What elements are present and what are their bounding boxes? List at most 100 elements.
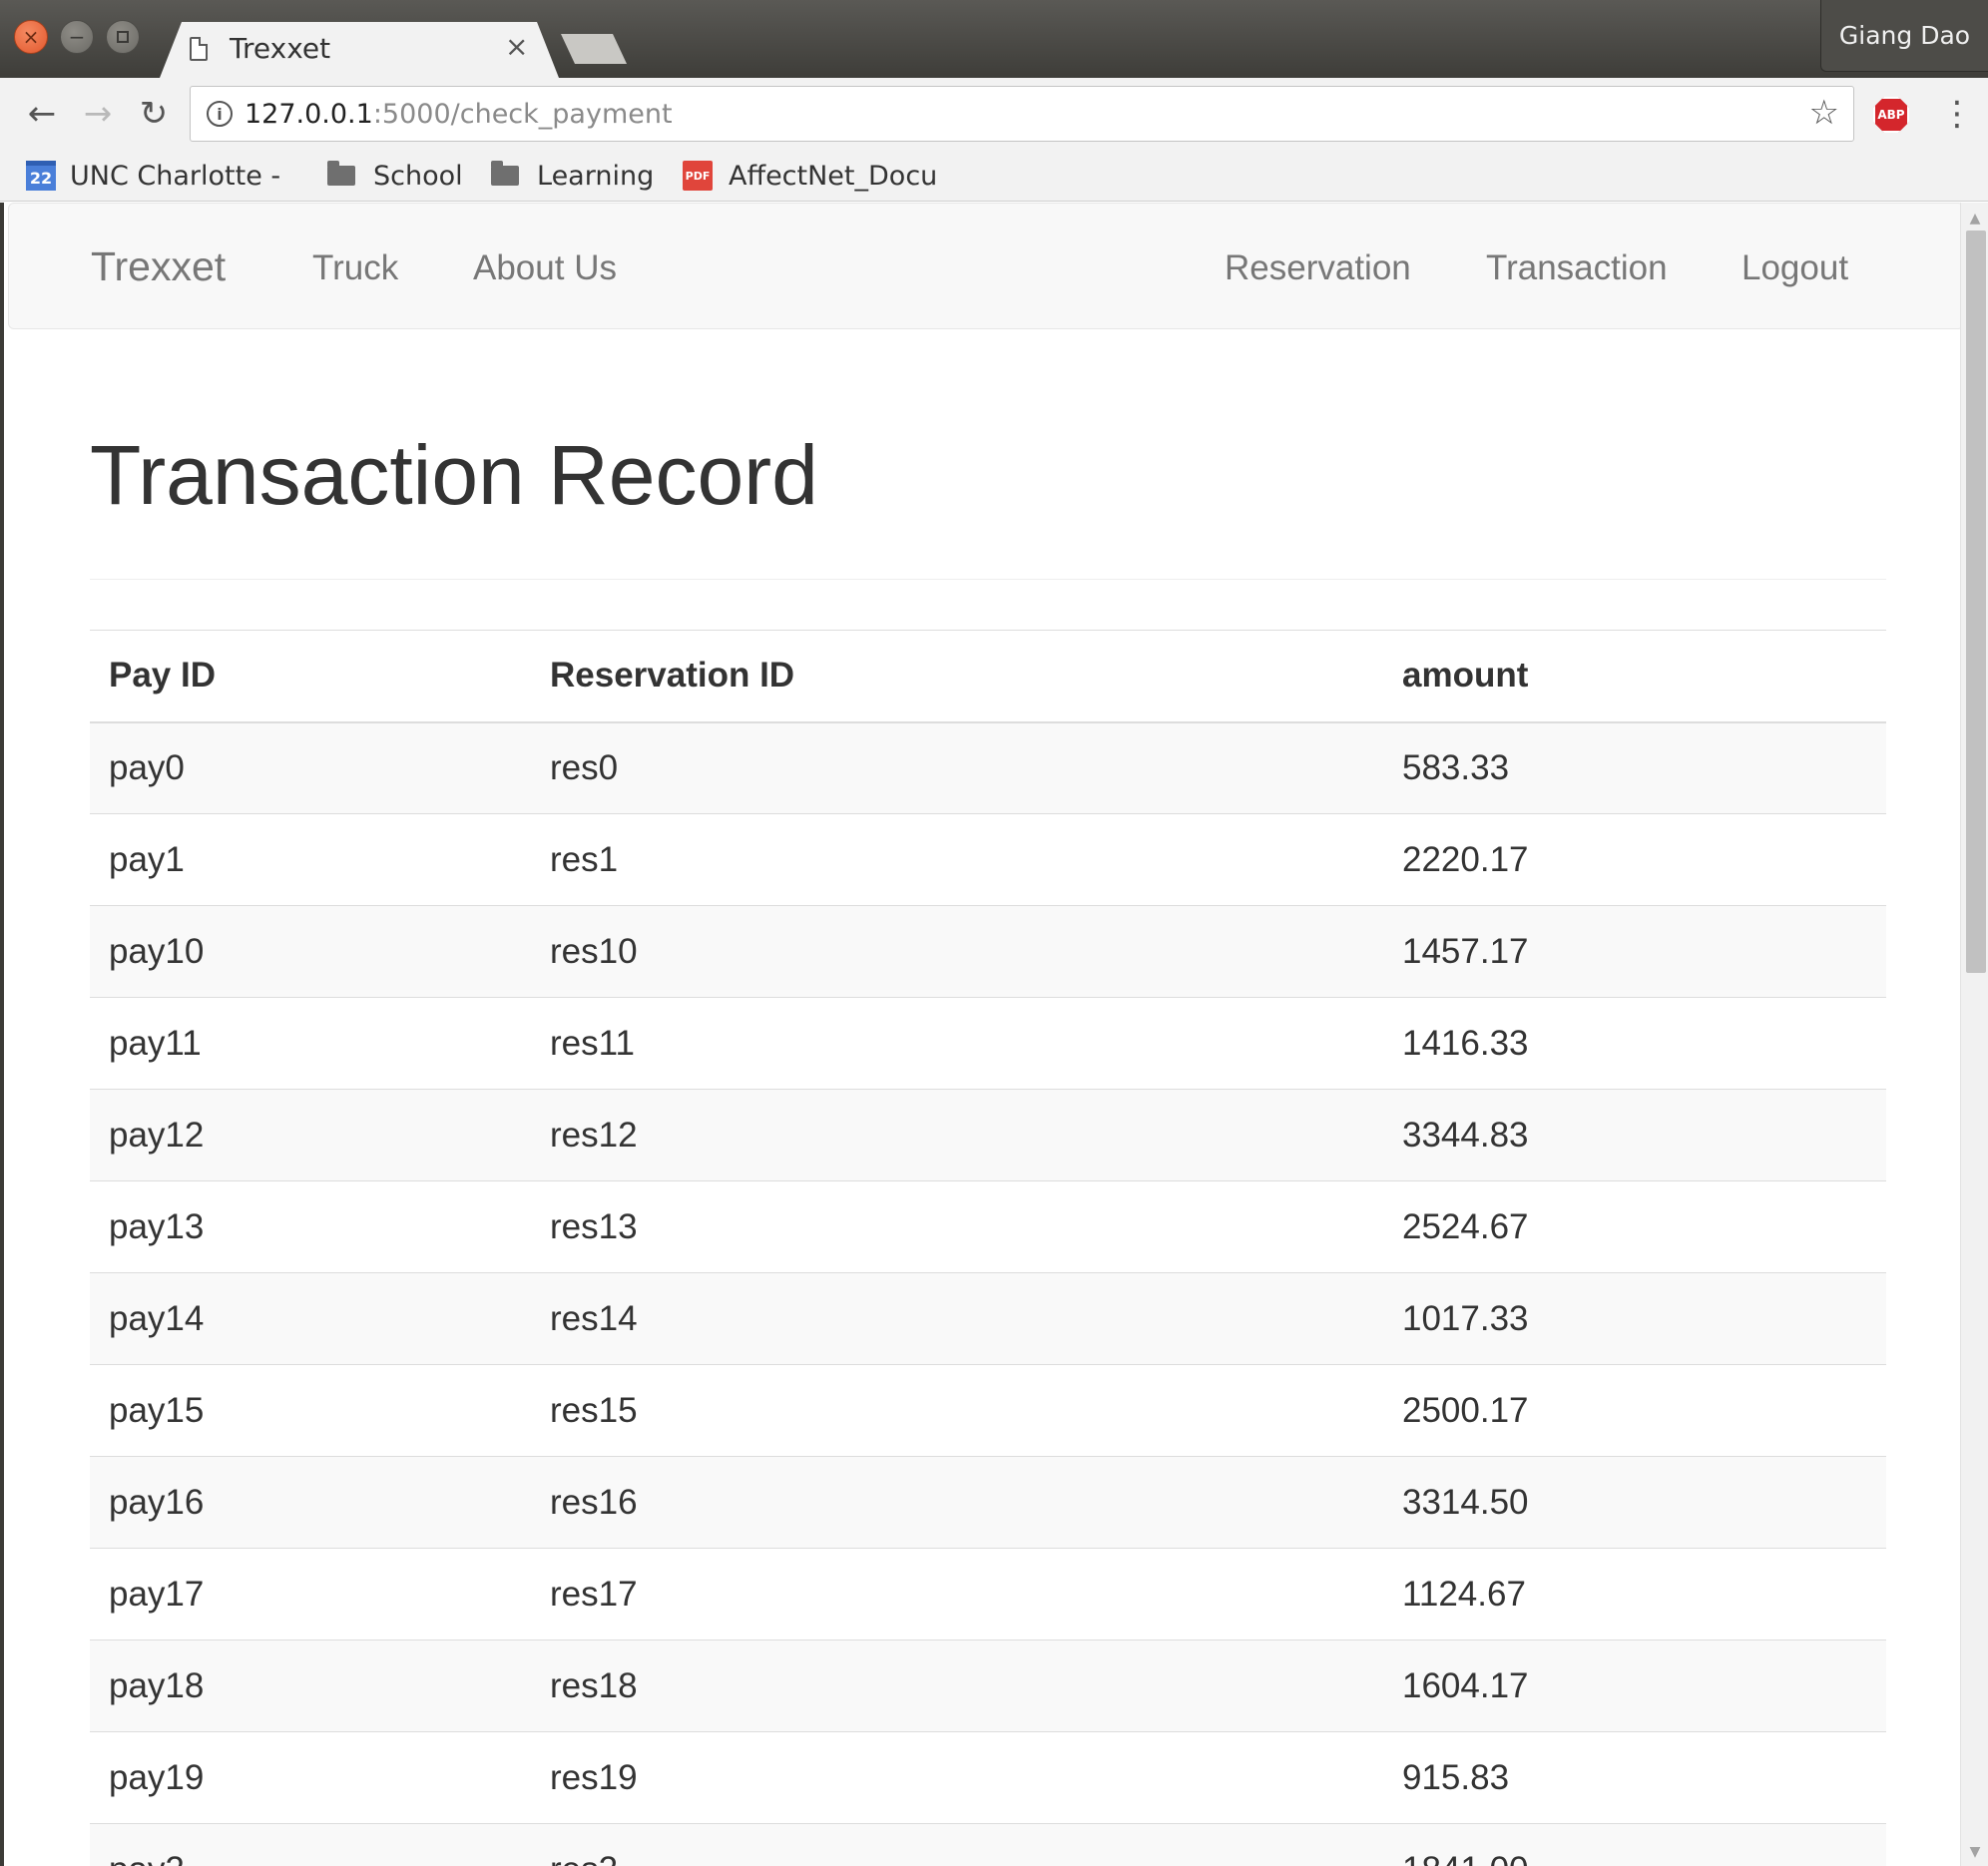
cell-reservation-id: res11 bbox=[531, 997, 1383, 1090]
table-row: pay11 res11 1416.33 bbox=[90, 997, 1886, 1090]
transaction-table: Pay ID Reservation ID amount pay0 res0 5… bbox=[90, 630, 1886, 1866]
cell-pay-id: pay15 bbox=[90, 1364, 531, 1457]
page-scrollbar[interactable]: ▲ ▼ bbox=[1960, 203, 1988, 1866]
nav-link-transaction[interactable]: Transaction bbox=[1486, 248, 1668, 288]
bookmark-label: School bbox=[373, 160, 463, 192]
cell-reservation-id: res16 bbox=[531, 1456, 1383, 1549]
header-pay-id: Pay ID bbox=[90, 630, 531, 723]
navbar-brand[interactable]: Trexxet bbox=[91, 243, 226, 290]
table-row: pay0 res0 583.33 bbox=[90, 721, 1886, 814]
minimize-icon: − bbox=[68, 25, 86, 49]
bookmark-label: AffectNet_Docu bbox=[729, 160, 938, 192]
bookmark-affectnet[interactable]: PDF AffectNet_Docu bbox=[683, 150, 937, 202]
cell-reservation-id: res12 bbox=[531, 1089, 1383, 1181]
cell-reservation-id: res2 bbox=[531, 1823, 1383, 1866]
cell-amount: 1841.00 bbox=[1383, 1823, 1886, 1866]
cell-amount: 1124.67 bbox=[1383, 1548, 1886, 1640]
bookmark-learning[interactable]: Learning bbox=[491, 150, 654, 202]
url-host: 127.0.0.1 bbox=[245, 99, 373, 130]
table-row: pay16 res16 3314.50 bbox=[90, 1456, 1886, 1549]
tab-close-icon[interactable]: × bbox=[505, 30, 528, 63]
back-arrow-icon[interactable]: ← bbox=[20, 92, 64, 136]
header-reservation-id: Reservation ID bbox=[531, 630, 1383, 723]
bookmark-star-icon[interactable]: ☆ bbox=[1809, 93, 1839, 133]
window-close-button[interactable]: × bbox=[14, 20, 48, 54]
cell-amount: 2500.17 bbox=[1383, 1364, 1886, 1457]
cell-amount: 3344.83 bbox=[1383, 1089, 1886, 1181]
bookmarks-bar: 22 UNC Charlotte - School Learning PDF A… bbox=[0, 150, 1988, 202]
window-maximize-button[interactable] bbox=[106, 20, 140, 54]
nav-link-truck[interactable]: Truck bbox=[312, 248, 398, 288]
cell-reservation-id: res17 bbox=[531, 1548, 1383, 1640]
cell-reservation-id: res13 bbox=[531, 1180, 1383, 1273]
cell-pay-id: pay13 bbox=[90, 1180, 531, 1273]
cell-amount: 583.33 bbox=[1383, 721, 1886, 814]
url-path: :5000/check_payment bbox=[372, 99, 673, 130]
cell-amount: 1457.17 bbox=[1383, 905, 1886, 998]
browser-tab-active[interactable] bbox=[160, 22, 559, 78]
close-icon: × bbox=[22, 25, 40, 49]
cell-reservation-id: res0 bbox=[531, 721, 1383, 814]
table-row: pay10 res10 1457.17 bbox=[90, 905, 1886, 998]
cell-reservation-id: res18 bbox=[531, 1639, 1383, 1732]
table-row: pay1 res1 2220.17 bbox=[90, 813, 1886, 906]
table-row: pay19 res19 915.83 bbox=[90, 1731, 1886, 1824]
cell-pay-id: pay11 bbox=[90, 997, 531, 1090]
cell-pay-id: pay18 bbox=[90, 1639, 531, 1732]
cell-amount: 1604.17 bbox=[1383, 1639, 1886, 1732]
bookmark-unc-charlotte[interactable]: 22 UNC Charlotte - bbox=[26, 150, 280, 202]
scroll-up-icon[interactable]: ▲ bbox=[1961, 207, 1988, 231]
table-row: pay13 res13 2524.67 bbox=[90, 1180, 1886, 1273]
bookmark-label: UNC Charlotte - bbox=[70, 160, 281, 192]
table-row: pay14 res14 1017.33 bbox=[90, 1272, 1886, 1365]
cell-amount: 1416.33 bbox=[1383, 997, 1886, 1090]
scroll-down-icon[interactable]: ▼ bbox=[1961, 1840, 1988, 1864]
nav-link-reservation[interactable]: Reservation bbox=[1225, 248, 1411, 288]
cell-amount: 1017.33 bbox=[1383, 1272, 1886, 1365]
cell-amount: 3314.50 bbox=[1383, 1456, 1886, 1549]
site-info-icon[interactable]: i bbox=[207, 101, 233, 127]
cell-pay-id: pay1 bbox=[90, 813, 531, 906]
scrollbar-thumb[interactable] bbox=[1966, 231, 1986, 973]
table-row: pay17 res17 1124.67 bbox=[90, 1548, 1886, 1640]
nav-link-about-us[interactable]: About Us bbox=[473, 248, 617, 288]
cell-pay-id: pay10 bbox=[90, 905, 531, 998]
cell-pay-id: pay19 bbox=[90, 1731, 531, 1824]
table-row: pay12 res12 3344.83 bbox=[90, 1089, 1886, 1181]
folder-icon bbox=[327, 161, 355, 186]
browser-menu-icon[interactable]: ⋮ bbox=[1940, 92, 1974, 136]
cell-pay-id: pay0 bbox=[90, 721, 531, 814]
window-minimize-button[interactable]: − bbox=[60, 20, 94, 54]
adblock-extension-icon[interactable]: ABP bbox=[1873, 97, 1909, 133]
cell-reservation-id: res1 bbox=[531, 813, 1383, 906]
cell-pay-id: pay17 bbox=[90, 1548, 531, 1640]
title-divider bbox=[90, 579, 1886, 580]
page-title: Transaction Record bbox=[90, 428, 818, 522]
table-row: pay2 res2 1841.00 bbox=[90, 1823, 1886, 1866]
cell-pay-id: pay12 bbox=[90, 1089, 531, 1181]
cell-amount: 915.83 bbox=[1383, 1731, 1886, 1824]
cell-reservation-id: res14 bbox=[531, 1272, 1383, 1365]
site-navbar: Trexxet Truck About Us Reservation Trans… bbox=[8, 203, 1964, 329]
tab-title: Trexxet bbox=[230, 32, 331, 65]
cell-reservation-id: res19 bbox=[531, 1731, 1383, 1824]
profile-button[interactable]: Giang Dao bbox=[1820, 0, 1988, 72]
cell-pay-id: pay2 bbox=[90, 1823, 531, 1866]
table-header-row: Pay ID Reservation ID amount bbox=[90, 630, 1886, 723]
reload-icon[interactable]: ↻ bbox=[132, 92, 176, 136]
page-document-icon bbox=[190, 37, 208, 61]
folder-icon bbox=[491, 161, 519, 186]
url-text[interactable]: 127.0.0.1:5000/check_payment bbox=[245, 99, 673, 130]
maximize-icon bbox=[117, 31, 129, 43]
cell-pay-id: pay16 bbox=[90, 1456, 531, 1549]
pdf-icon: PDF bbox=[683, 161, 713, 191]
table-row: pay18 res18 1604.17 bbox=[90, 1639, 1886, 1732]
forward-arrow-icon[interactable]: → bbox=[76, 92, 120, 136]
bookmark-school[interactable]: School bbox=[327, 150, 463, 202]
table-row: pay15 res15 2500.17 bbox=[90, 1364, 1886, 1457]
cell-amount: 2220.17 bbox=[1383, 813, 1886, 906]
bookmark-label: Learning bbox=[537, 160, 655, 192]
address-bar[interactable]: i 127.0.0.1:5000/check_payment ☆ bbox=[190, 86, 1854, 142]
nav-link-logout[interactable]: Logout bbox=[1741, 248, 1848, 288]
cell-reservation-id: res10 bbox=[531, 905, 1383, 998]
